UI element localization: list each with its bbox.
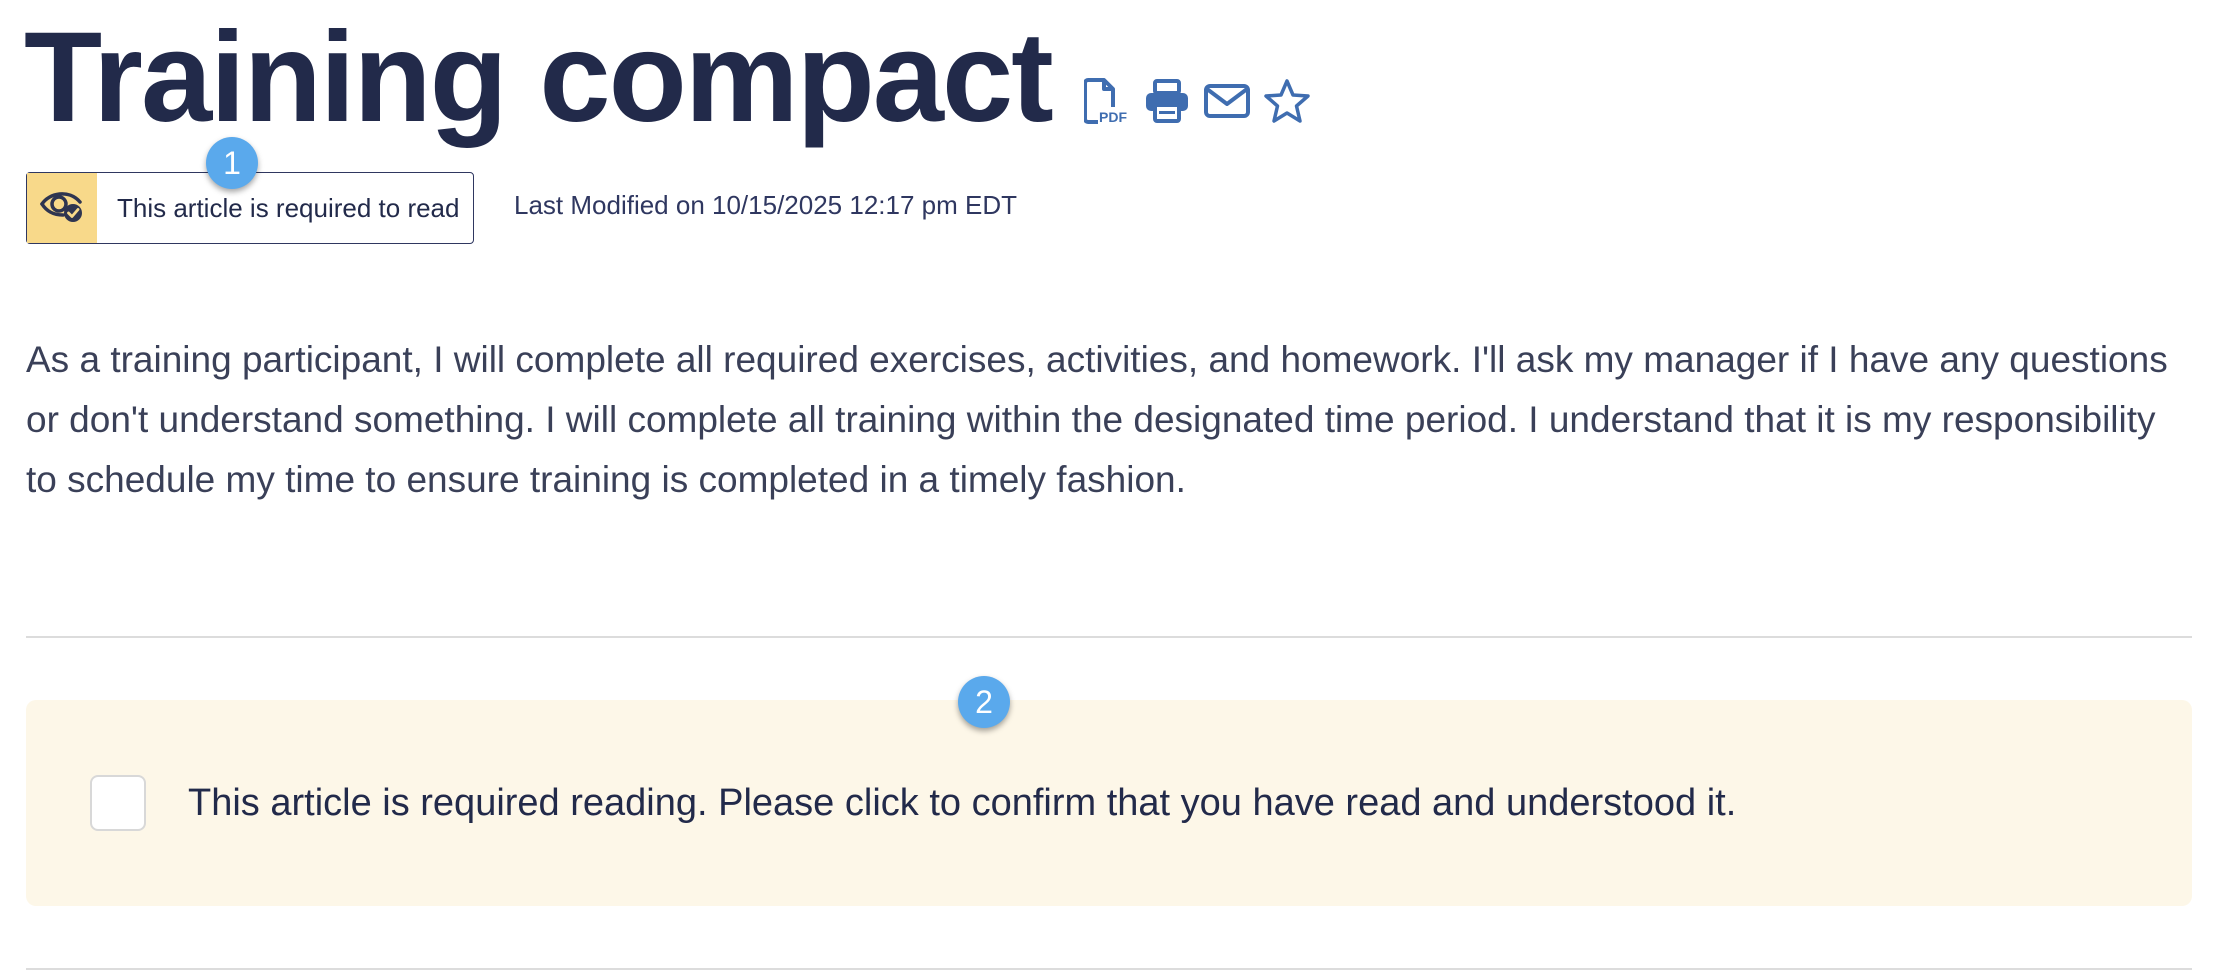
step-marker-1: 1: [206, 137, 258, 189]
required-read-label: This article is required to read: [117, 192, 460, 223]
read-confirmation-panel: This article is required reading. Please…: [26, 700, 2192, 906]
divider-bottom: [26, 968, 2192, 970]
eye-check-icon: [39, 188, 85, 229]
confirm-read-text[interactable]: This article is required reading. Please…: [188, 782, 1736, 825]
article-page: Training compact PDF This article is req…: [0, 0, 2218, 971]
page-title: Training compact: [24, 6, 1054, 149]
star-icon[interactable]: [1262, 76, 1312, 126]
title-row: Training compact PDF: [24, 8, 1312, 148]
email-icon[interactable]: [1202, 76, 1252, 126]
pdf-label: PDF: [1099, 109, 1127, 125]
article-toolbar: PDF: [1082, 76, 1312, 126]
required-read-badge: This article is required to read: [26, 172, 474, 244]
step-marker-2: 2: [958, 676, 1010, 728]
print-icon[interactable]: [1142, 76, 1192, 126]
badge-icon-box: [27, 173, 97, 243]
last-modified: Last Modified on 10/15/2025 12:17 pm EDT: [514, 190, 1017, 220]
article-body: As a training participant, I will comple…: [26, 339, 2168, 500]
confirm-read-checkbox[interactable]: [90, 775, 146, 831]
divider: [26, 636, 2192, 638]
pdf-icon[interactable]: PDF: [1082, 76, 1132, 126]
